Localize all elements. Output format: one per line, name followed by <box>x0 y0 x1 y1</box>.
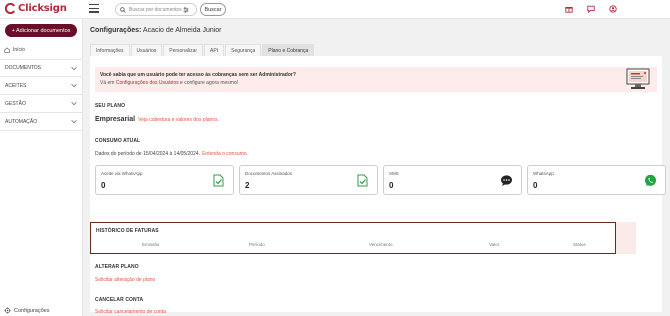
change-plan-section-title: ALTERAR PLANO <box>95 264 139 270</box>
top-bar: Clicksign Buscar <box>0 0 670 19</box>
plans-coverage-link[interactable]: Veja cobertura e valores dos planos. <box>138 117 219 123</box>
consumption-period: Dados do período de 15/04/2024 à 14/05/2… <box>95 151 248 157</box>
tab-informacoes[interactable]: Informações <box>90 44 130 56</box>
period-text: Dados do período de 15/04/2024 à 14/05/2… <box>95 151 201 157</box>
whatsapp-icon <box>645 174 656 186</box>
chevron-down-icon <box>71 120 77 124</box>
chat-icon[interactable] <box>586 4 596 14</box>
request-cancel-account-link[interactable]: Solicitar cancelamento de conta <box>95 309 166 315</box>
column-header-status: Status <box>573 242 586 247</box>
banner-users-link[interactable]: Configurações dos Usuários <box>116 80 179 86</box>
highlight-shade <box>616 222 636 254</box>
logo-text: Clicksign <box>18 3 67 14</box>
sidebar-item-label: GESTÃO <box>5 100 26 107</box>
sidebar-home-label: Início <box>13 47 25 53</box>
chevron-down-icon <box>71 67 77 71</box>
sms-bubble-icon <box>501 175 512 186</box>
banner-text: Vá em Configurações dos Usuários e confi… <box>100 80 238 86</box>
sidebar-item-settings[interactable]: Configurações <box>4 307 49 314</box>
consumption-card-aceite-whatsapp: Aceite via WhatsApp 0 <box>95 165 234 195</box>
document-check-icon <box>213 174 224 187</box>
consumption-section-title: CONSUMO ATUAL <box>95 138 141 144</box>
chevron-down-icon <box>71 84 77 88</box>
chevron-down-icon <box>71 102 77 106</box>
understand-consumption-link[interactable]: Entenda o consumo. <box>202 151 248 157</box>
consumption-card-documentos-assinados: Documentos Assinados 2 <box>239 165 378 195</box>
tab-api[interactable]: API <box>204 44 225 56</box>
plan-name: Empresarial <box>95 116 136 123</box>
plan-line: Empresarial Veja cobertura e valores dos… <box>95 116 219 123</box>
gear-icon <box>4 307 11 314</box>
cancel-account-section-title: CANCELAR CONTA <box>95 297 144 303</box>
banner-title: Você sabia que um usuário pode ter acess… <box>100 72 296 78</box>
banner-text-after: e configure agora mesmo! <box>180 80 239 86</box>
plan-billing-panel: Você sabia que um usuário pode ter acess… <box>90 56 666 315</box>
tab-plano-cobranca[interactable]: Plano e Cobrança <box>262 44 315 56</box>
search-icon <box>120 6 126 13</box>
computer-illustration-icon <box>626 68 650 89</box>
sidebar-settings-label: Configurações <box>14 307 50 314</box>
card-label: Aceite via WhatsApp <box>101 171 143 176</box>
invoice-history-section: HISTÓRICO DE FATURAS Emissão Período Ven… <box>90 222 616 254</box>
logo[interactable]: Clicksign <box>5 3 67 14</box>
menu-icon[interactable] <box>89 4 99 14</box>
sidebar-item-aceites[interactable]: ACEITES <box>0 77 83 95</box>
consumption-card-whatsapp: WhatsApp 0 <box>527 165 666 195</box>
column-header-periodo: Período <box>249 242 265 247</box>
sidebar-item-label: DOCUMENTOS <box>5 65 42 71</box>
tab-seguranca[interactable]: Segurança <box>225 44 262 56</box>
search-input[interactable] <box>129 6 183 13</box>
filter-icon[interactable] <box>183 6 189 13</box>
column-header-valor: Valor <box>489 242 500 247</box>
sidebar-item-label: ACEITES <box>5 82 27 89</box>
settings-tabs: Informações Usuários Personalizar API Se… <box>90 44 315 56</box>
page-title-prefix: Configurações: <box>90 27 142 34</box>
document-check-icon <box>357 174 368 187</box>
home-icon <box>4 47 10 53</box>
card-label: SMS <box>389 171 399 176</box>
card-value: 0 <box>533 181 538 190</box>
add-documents-button[interactable]: + Adicionar documentos <box>5 24 77 37</box>
card-label: WhatsApp <box>533 171 554 176</box>
page-title-name: Acacio de Almeida Junior <box>142 27 222 34</box>
sidebar-item-gestao[interactable]: GESTÃO <box>0 95 83 113</box>
tab-usuarios[interactable]: Usuários <box>130 44 163 56</box>
column-header-vencimento: Vencimento <box>369 242 393 247</box>
search-button[interactable]: Buscar <box>200 3 226 16</box>
plan-section-title: SEU PLANO <box>95 103 126 109</box>
card-value: 2 <box>245 181 250 190</box>
user-icon[interactable] <box>608 4 618 14</box>
consumption-cards: Aceite via WhatsApp 0 Documentos Assinad… <box>95 165 666 195</box>
consumption-card-sms: SMS 0 <box>383 165 522 195</box>
main-content: Configurações: Acacio de Almeida Junior … <box>83 19 670 316</box>
gift-icon[interactable] <box>564 4 574 14</box>
sidebar-item-documentos[interactable]: DOCUMENTOS <box>0 59 83 77</box>
sidebar: + Adicionar documentos Início DOCUMENTOS… <box>0 19 83 316</box>
request-plan-change-link[interactable]: Solicitar alteração de plano <box>95 277 155 283</box>
search-box <box>115 3 197 16</box>
column-header-emissao: Emissão <box>142 242 160 247</box>
card-value: 0 <box>101 181 106 190</box>
banner-text-before: Vá em <box>100 80 115 86</box>
invoices-section-title: HISTÓRICO DE FATURAS <box>96 228 159 234</box>
sidebar-item-label: AUTOMAÇÃO <box>5 118 38 125</box>
card-label: Documentos Assinados <box>245 171 293 176</box>
logo-icon <box>5 3 15 14</box>
sidebar-item-automacao[interactable]: AUTOMAÇÃO <box>0 113 83 131</box>
info-banner: Você sabia que um usuário pode ter acess… <box>95 67 657 92</box>
card-value: 0 <box>389 181 394 190</box>
tab-personalizar[interactable]: Personalizar <box>163 44 204 56</box>
sidebar-item-home[interactable]: Início <box>4 47 25 53</box>
page-title: Configurações: Acacio de Almeida Junior <box>90 27 222 34</box>
